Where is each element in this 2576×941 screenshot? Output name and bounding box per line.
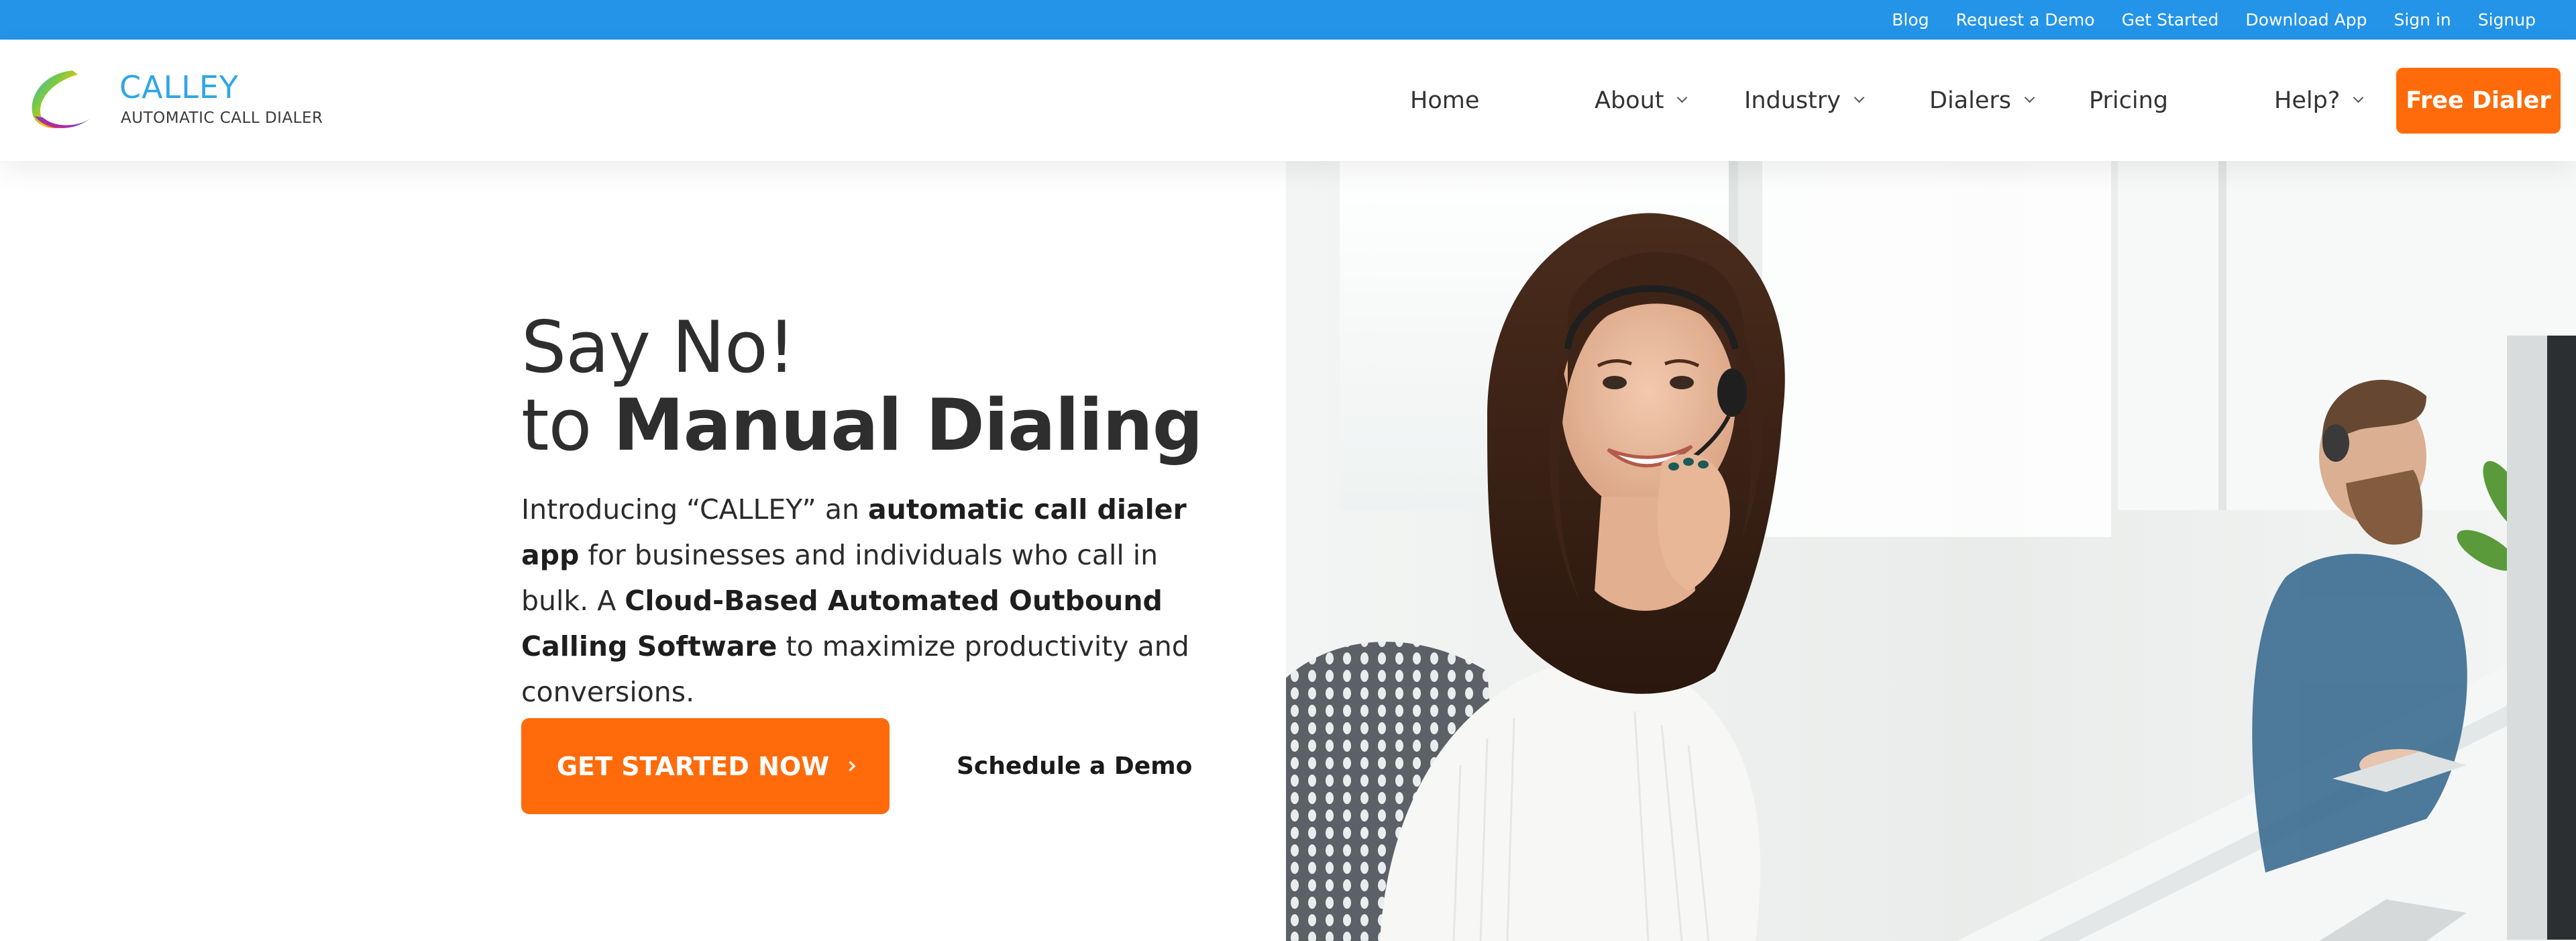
nav-item-label: Industry xyxy=(1744,87,1841,114)
top-utility-links: Blog Request a Demo Get Started Download… xyxy=(1892,0,2536,40)
chevron-down-icon xyxy=(1854,92,1865,103)
nav-item-label: Pricing xyxy=(2089,87,2168,114)
headline-line-2: to Manual Dialing xyxy=(521,387,1203,464)
hero-headline: Say No! to Manual Dialing xyxy=(521,309,1203,464)
topbar-link-request-demo[interactable]: Request a Demo xyxy=(1956,10,2095,30)
nav-item-dialers[interactable]: Dialers xyxy=(1929,40,2035,161)
hero-photo xyxy=(1286,161,2576,941)
chevron-right-icon xyxy=(845,760,856,772)
nav-item-home[interactable]: Home xyxy=(1410,40,1479,161)
schedule-demo-link[interactable]: Schedule a Demo xyxy=(957,718,1192,814)
nav-item-industry[interactable]: Industry xyxy=(1744,40,1865,161)
nav-item-pricing[interactable]: Pricing xyxy=(2089,40,2168,161)
headline-to: to xyxy=(521,384,592,466)
get-started-now-button[interactable]: GET STARTED NOW xyxy=(521,718,890,814)
call-center-agents-photo xyxy=(1286,161,2576,941)
hero-intro: Introducing “CALLEY” an automatic call d… xyxy=(521,487,1212,715)
chevron-down-icon xyxy=(2353,92,2364,103)
free-dialer-button[interactable]: Free Dialer xyxy=(2396,68,2561,134)
topbar-link-get-started[interactable]: Get Started xyxy=(2122,10,2219,30)
hero-section: Say No! to Manual Dialing Introducing “C… xyxy=(0,161,1286,941)
get-started-label: GET STARTED NOW xyxy=(556,751,830,781)
nav-item-help[interactable]: Help? xyxy=(2274,40,2364,161)
main-nav: Home About Industry Dialers Pricing Help… xyxy=(0,40,2576,161)
chevron-down-icon xyxy=(2024,92,2035,103)
topbar-link-blog[interactable]: Blog xyxy=(1892,10,1929,30)
site-header: CALLEY AUTOMATIC CALL DIALER Home About … xyxy=(0,40,2576,161)
topbar-link-sign-in[interactable]: Sign in xyxy=(2394,10,2451,30)
nav-item-label: About xyxy=(1595,87,1664,114)
intro-text-1: Introducing “CALLEY” an xyxy=(521,493,868,526)
nav-item-label: Dialers xyxy=(1929,87,2012,114)
nav-item-label: Home xyxy=(1410,87,1480,114)
headline-line-1: Say No! xyxy=(521,306,796,389)
nav-item-about[interactable]: About xyxy=(1595,40,1688,161)
topbar-link-signup[interactable]: Signup xyxy=(2478,10,2536,30)
nav-item-label: Help? xyxy=(2274,87,2341,114)
chevron-down-icon xyxy=(1677,92,1688,103)
headline-strong: Manual Dialing xyxy=(613,384,1203,466)
topbar-link-download-app[interactable]: Download App xyxy=(2245,10,2367,30)
top-utility-bar: Blog Request a Demo Get Started Download… xyxy=(0,0,2576,40)
